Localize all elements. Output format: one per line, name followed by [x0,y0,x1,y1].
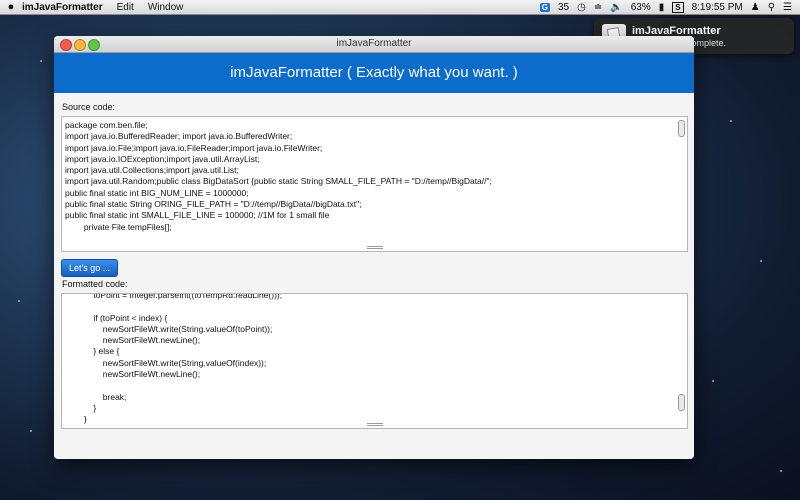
star [730,120,732,122]
main-content: Source code: package com.ben.file; impor… [54,93,694,459]
g-tray-icon[interactable]: G [539,2,550,12]
app-window: imJavaFormatter imJavaFormatter ( Exactl… [54,36,694,459]
star [760,260,762,262]
source-resize-handle[interactable] [366,245,383,250]
title-bar[interactable]: imJavaFormatter [54,36,694,53]
minimize-button[interactable] [74,39,86,51]
notification-center-icon[interactable]: ☰ [783,2,792,13]
battery-icon[interactable]: ▮ [659,2,665,13]
source-scrollbar[interactable] [678,120,685,137]
formatted-code-label: Formatted code: [62,279,128,289]
lets-go-button[interactable]: Let's go ... [61,259,119,277]
menu-app-name[interactable]: imJavaFormatter [22,2,103,13]
notification-title: imJavaFormatter [632,24,721,37]
star [40,60,42,62]
source-code-textarea[interactable]: package com.ben.file; import java.io.Buf… [61,116,688,252]
volume-icon[interactable]: 🔈 [610,2,622,13]
wifi-icon[interactable]: ≐ [594,2,602,13]
source-code-label: Source code: [62,102,116,112]
source-code-text: package com.ben.file; import java.io.Buf… [65,120,492,232]
app-banner: imJavaFormatter ( Exactly what you want.… [54,53,694,93]
formatted-code-text: toPoint = Integer.parseInt((toTempRd.rea… [83,293,283,425]
spotlight-icon[interactable]: ⚲ [768,2,775,13]
apple-menu-icon[interactable]: ● [0,1,22,13]
formatted-resize-handle[interactable] [366,422,383,427]
s-tray-icon[interactable]: S [672,1,684,13]
star [712,380,714,382]
star [30,430,32,432]
window-title: imJavaFormatter [336,38,412,49]
clock[interactable]: 8:19:55 PM [692,2,743,13]
formatted-scrollbar[interactable] [678,394,685,411]
star [780,470,782,472]
star [18,300,20,302]
formatted-code-textarea[interactable]: toPoint = Integer.parseInt((toTempRd.rea… [61,293,688,429]
battery-percent: 63% [630,1,651,13]
close-button[interactable] [60,39,72,51]
time-machine-icon[interactable]: ◷ [577,2,586,13]
user-icon[interactable]: ♟ [751,2,760,13]
menu-bar: ● imJavaFormatter Edit Window G 35 ◷ ≐ 🔈… [0,0,800,15]
g-tray-count: 35 [558,1,570,13]
menu-edit[interactable]: Edit [117,2,134,13]
menu-window[interactable]: Window [148,2,184,13]
status-area: G 35 ◷ ≐ 🔈 63% ▮ S 8:19:55 PM ♟ ⚲ ☰ [539,1,800,13]
zoom-button[interactable] [88,39,100,51]
